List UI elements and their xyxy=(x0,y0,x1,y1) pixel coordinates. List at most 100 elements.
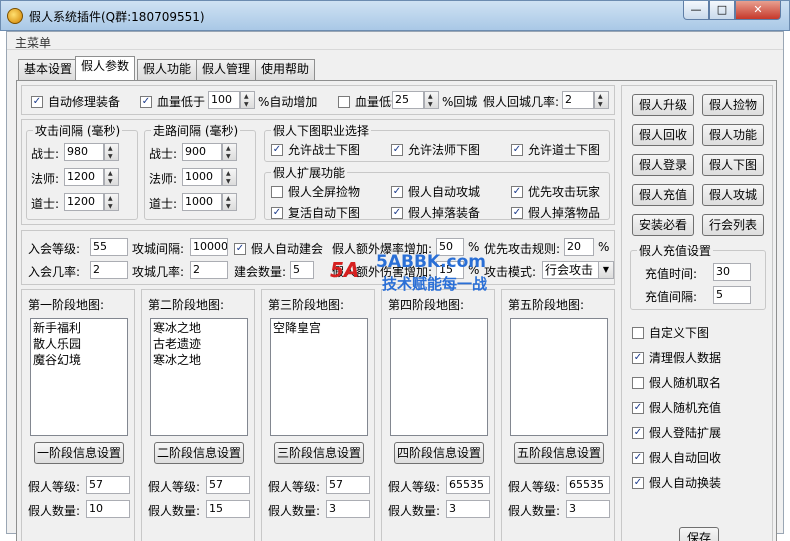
list-item[interactable]: 寒冰之地 xyxy=(153,352,245,368)
stage-settings-button[interactable]: 四阶段信息设置 xyxy=(394,442,484,464)
side-button-login[interactable]: 假人登录 xyxy=(632,154,694,176)
stage-level-input[interactable]: 65535 xyxy=(446,476,490,494)
checkbox-icon xyxy=(338,95,350,108)
stage-map-list[interactable]: 新手福利 散人乐园 魔谷幻境 xyxy=(30,318,128,436)
list-item[interactable]: 散人乐园 xyxy=(33,336,125,352)
stage-count-input[interactable]: 3 xyxy=(446,500,490,518)
allow-taoist-checkbox[interactable]: ✓ 允许道士下图 xyxy=(511,141,600,158)
tab-manage[interactable]: 假人管理 xyxy=(196,59,257,80)
allow-warrior-checkbox[interactable]: ✓ 允许战士下图 xyxy=(271,141,360,158)
hp-low-input[interactable]: 100 xyxy=(208,91,240,109)
extra-damage-input[interactable]: 15 xyxy=(436,261,464,279)
stage-count-input[interactable]: 3 xyxy=(566,500,610,518)
stage-settings-button[interactable]: 一阶段信息设置 xyxy=(34,442,124,464)
list-item[interactable]: 空降皇宫 xyxy=(273,320,365,336)
list-item[interactable]: 新手福利 xyxy=(33,320,125,336)
menu-main[interactable]: 主菜单 xyxy=(15,34,51,51)
side-button-install-guide[interactable]: 安装必看 xyxy=(632,214,694,236)
fullscreen-pick-checkbox[interactable]: 假人全屏捡物 xyxy=(271,183,360,200)
minimize-button[interactable]: — xyxy=(683,1,709,20)
walk-mage-spinner[interactable]: ▲ ▼ xyxy=(222,168,237,186)
stage-level-input[interactable]: 57 xyxy=(86,476,130,494)
attack-warrior-spinner[interactable]: ▲ ▼ xyxy=(104,143,119,161)
side-checkbox-6[interactable]: ✓ 假人自动回收 xyxy=(632,449,721,466)
auto-build-checkbox[interactable]: ✓ 假人自动建会 xyxy=(234,240,323,257)
attack-taoist-input[interactable]: 1200 xyxy=(64,193,104,211)
recharge-time-input[interactable]: 30 xyxy=(713,263,751,281)
stage-map-list[interactable] xyxy=(510,318,608,436)
list-item[interactable]: 寒冰之地 xyxy=(153,320,245,336)
siege-interval-input[interactable]: 10000 xyxy=(190,238,228,256)
attack-warrior-input[interactable]: 980 xyxy=(64,143,104,161)
stage-count-input[interactable]: 10 xyxy=(86,500,130,518)
side-checkbox-5[interactable]: ✓ 假人登陆扩展 xyxy=(632,424,721,441)
side-button-upgrade[interactable]: 假人升级 xyxy=(632,94,694,116)
siege-rate-input[interactable]: 2 xyxy=(190,261,228,279)
stage-settings-button[interactable]: 二阶段信息设置 xyxy=(154,442,244,464)
join-level-input[interactable]: 55 xyxy=(90,238,128,256)
attack-mode-select[interactable]: 行会攻击 ▼ xyxy=(542,261,614,279)
side-button-siege[interactable]: 假人攻城 xyxy=(702,184,764,206)
side-checkbox-2[interactable]: ✓ 清理假人数据 xyxy=(632,349,721,366)
stage-level-input[interactable]: 57 xyxy=(206,476,250,494)
stage-level-input[interactable]: 65535 xyxy=(566,476,610,494)
allow-mage-checkbox[interactable]: ✓ 允许法师下图 xyxy=(391,141,480,158)
stage-count-input[interactable]: 15 xyxy=(206,500,250,518)
walk-mage-input[interactable]: 1000 xyxy=(182,168,222,186)
hp-low-spinner[interactable]: ▲ ▼ xyxy=(240,91,255,109)
stage-map-list[interactable] xyxy=(390,318,488,436)
revive-auto-checkbox[interactable]: ✓ 复活自动下图 xyxy=(271,204,360,221)
tab-help[interactable]: 使用帮助 xyxy=(255,59,316,80)
side-button-pickup[interactable]: 假人捡物 xyxy=(702,94,764,116)
hp-low-checkbox[interactable]: ✓ 血量低于 xyxy=(140,93,205,110)
auto-siege-checkbox[interactable]: ✓ 假人自动攻城 xyxy=(391,183,480,200)
tab-params[interactable]: 假人参数 xyxy=(75,56,136,80)
walk-taoist-input[interactable]: 1000 xyxy=(182,193,222,211)
attack-taoist-spinner[interactable]: ▲ ▼ xyxy=(104,193,119,211)
build-count-input[interactable]: 5 xyxy=(290,261,314,279)
list-item[interactable]: 魔谷幻境 xyxy=(33,352,125,368)
return-rate-input[interactable]: 2 xyxy=(562,91,594,109)
walk-interval-title: 走路间隔 (毫秒) xyxy=(151,122,241,139)
side-button-recycle[interactable]: 假人回收 xyxy=(632,124,694,146)
maximize-button[interactable]: □ xyxy=(709,1,735,20)
attack-mage-spinner[interactable]: ▲ ▼ xyxy=(104,168,119,186)
stage-level-input[interactable]: 57 xyxy=(326,476,370,494)
list-item[interactable]: 古老遗迹 xyxy=(153,336,245,352)
walk-taoist-spinner[interactable]: ▲ ▼ xyxy=(222,193,237,211)
check-icon: ✓ xyxy=(140,95,152,108)
side-button-guild-list[interactable]: 行会列表 xyxy=(702,214,764,236)
drop-items-checkbox[interactable]: ✓ 假人掉落物品 xyxy=(511,204,600,221)
priority-input[interactable]: 20 xyxy=(564,238,594,256)
stage-settings-button[interactable]: 五阶段信息设置 xyxy=(514,442,604,464)
stage-count-input[interactable]: 3 xyxy=(326,500,370,518)
side-button-map[interactable]: 假人下图 xyxy=(702,154,764,176)
close-button[interactable]: ✕ xyxy=(735,1,781,20)
walk-warrior-input[interactable]: 900 xyxy=(182,143,222,161)
save-button[interactable]: 保存 xyxy=(679,527,719,541)
side-button-function[interactable]: 假人功能 xyxy=(702,124,764,146)
join-rate-input[interactable]: 2 xyxy=(90,261,128,279)
tab-basic[interactable]: 基本设置 xyxy=(18,59,79,80)
recharge-interval-input[interactable]: 5 xyxy=(713,286,751,304)
top-settings-box: ✓ 自动修理装备 ✓ 血量低于 100 ▲ ▼ %自动增加 血量低于 25 ▲ ▼ %回… xyxy=(21,85,615,115)
stage-settings-button[interactable]: 三阶段信息设置 xyxy=(274,442,364,464)
side-checkbox-4[interactable]: ✓ 假人随机充值 xyxy=(632,399,721,416)
tab-functions[interactable]: 假人功能 xyxy=(137,59,198,80)
stage-map-list[interactable]: 寒冰之地 古老遗迹 寒冰之地 xyxy=(150,318,248,436)
side-checkbox-1[interactable]: 自定义下图 xyxy=(632,324,709,341)
hp-low2-spinner[interactable]: ▲ ▼ xyxy=(424,91,439,109)
side-checkbox-3[interactable]: 假人随机取名 xyxy=(632,374,721,391)
attack-mage-input[interactable]: 1200 xyxy=(64,168,104,186)
walk-warrior-spinner[interactable]: ▲ ▼ xyxy=(222,143,237,161)
auto-repair-checkbox[interactable]: ✓ 自动修理装备 xyxy=(31,93,120,110)
drop-equip-checkbox[interactable]: ✓ 假人掉落装备 xyxy=(391,204,480,221)
extra-burst-input[interactable]: 50 xyxy=(436,238,464,256)
stage-map-list[interactable]: 空降皇宫 xyxy=(270,318,368,436)
attack-player-first-checkbox[interactable]: ✓ 优先攻击玩家 xyxy=(511,183,600,200)
return-rate-spinner[interactable]: ▲ ▼ xyxy=(594,91,609,109)
side-button-recharge[interactable]: 假人充值 xyxy=(632,184,694,206)
side-checkbox-7[interactable]: ✓ 假人自动换装 xyxy=(632,474,721,491)
hp-low2-input[interactable]: 25 xyxy=(392,91,424,109)
stage-panel-second: 第二阶段地图: 寒冰之地 古老遗迹 寒冰之地 二阶段信息设置 假人等级: 57 假人数量: 15 xyxy=(141,289,255,541)
